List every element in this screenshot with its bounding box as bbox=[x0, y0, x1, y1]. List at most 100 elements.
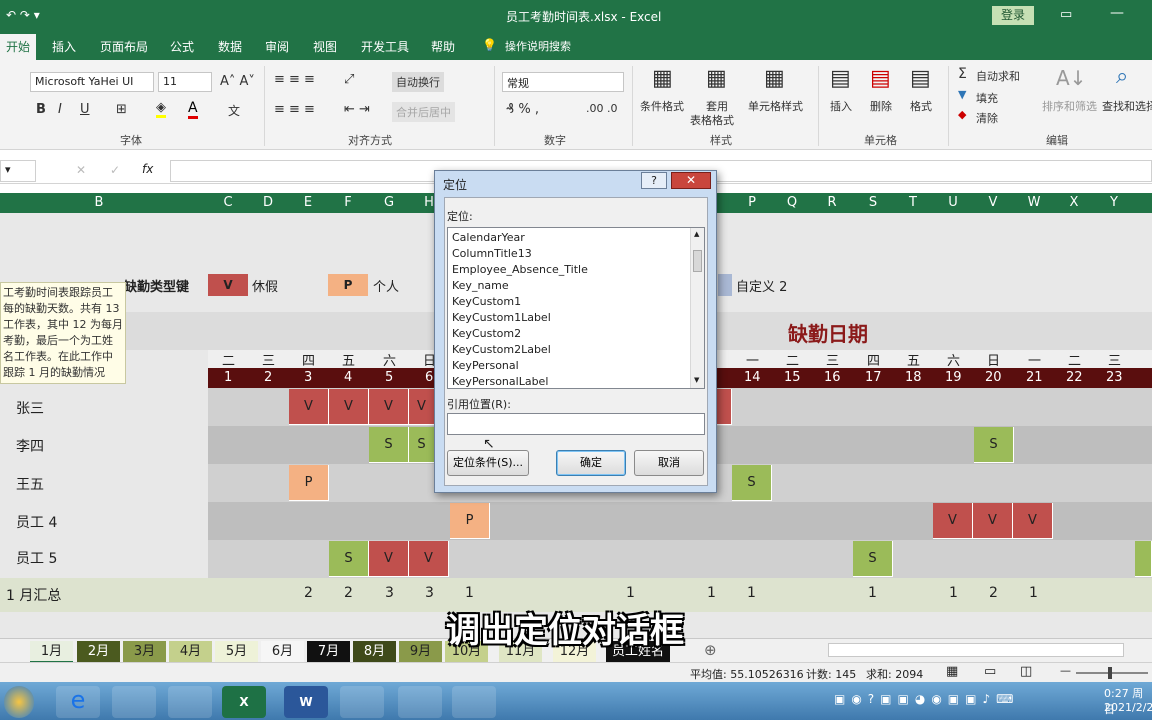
list-item[interactable]: KeyPersonal bbox=[452, 358, 700, 374]
format-cells-button[interactable]: 格式 bbox=[910, 98, 932, 114]
page-break-icon[interactable]: ◫ bbox=[1020, 664, 1032, 679]
find-select-button[interactable]: 查找和选择 bbox=[1102, 98, 1152, 114]
absence-cell[interactable]: S bbox=[732, 465, 772, 501]
insert-cells-button[interactable]: 插入 bbox=[830, 98, 852, 114]
phonetic-icon[interactable]: 文 bbox=[228, 102, 240, 119]
font-size-select[interactable]: 11 bbox=[158, 72, 212, 92]
list-item[interactable]: KeyCustom1Label bbox=[452, 310, 700, 326]
col-header-Q[interactable]: Q bbox=[772, 195, 812, 210]
list-scrollbar[interactable]: ▲ ▼ bbox=[690, 228, 704, 388]
autosum-button[interactable]: 自动求和 bbox=[976, 68, 1020, 84]
list-item[interactable]: KeyCustom1 bbox=[452, 294, 700, 310]
absence-cell[interactable]: S bbox=[329, 541, 369, 577]
decimal-icon[interactable]: .00 .0 bbox=[586, 102, 618, 115]
col-header-Y[interactable]: Y bbox=[1094, 195, 1134, 210]
number-format-select[interactable]: 常规 bbox=[502, 72, 624, 92]
employee-name[interactable]: 王五 bbox=[16, 474, 44, 494]
sheet-tab[interactable]: 5月 bbox=[215, 641, 258, 663]
absence-cell[interactable]: V bbox=[369, 389, 409, 425]
col-header-G[interactable]: G bbox=[369, 195, 409, 210]
ie-icon[interactable]: e bbox=[56, 686, 100, 718]
tab-help[interactable]: 帮助 bbox=[431, 38, 455, 55]
sheet-tab[interactable]: 1月 bbox=[30, 641, 73, 663]
tab-review[interactable]: 审阅 bbox=[265, 38, 289, 55]
italic-icon[interactable]: I bbox=[58, 102, 62, 117]
col-header-E[interactable]: E bbox=[288, 195, 328, 210]
fill-button[interactable]: 填充 bbox=[976, 90, 998, 106]
list-item[interactable]: KeyCustom2 bbox=[452, 326, 700, 342]
folder-icon[interactable] bbox=[398, 686, 442, 718]
absence-cell[interactable]: S bbox=[369, 427, 409, 463]
horizontal-scrollbar[interactable] bbox=[828, 643, 1124, 657]
align-left-icon[interactable]: ≡ ≡ ≡ bbox=[274, 102, 315, 117]
absence-cell[interactable]: S bbox=[409, 427, 435, 463]
list-item[interactable]: CalendarYear bbox=[452, 230, 700, 246]
clear-button[interactable]: 清除 bbox=[976, 110, 998, 126]
quick-access-toolbar[interactable]: ↶ ↷ ▾ bbox=[6, 8, 40, 22]
login-button[interactable]: 登录 bbox=[992, 6, 1034, 25]
list-item[interactable]: KeyCustom2Label bbox=[452, 342, 700, 358]
absence-cell[interactable]: V bbox=[289, 389, 329, 425]
wrap-text-button[interactable]: 自动换行 bbox=[392, 72, 444, 92]
col-header-T[interactable]: T bbox=[893, 195, 933, 210]
scroll-down-icon[interactable]: ▼ bbox=[694, 376, 699, 384]
zoom-slider[interactable] bbox=[1076, 672, 1148, 674]
zoom-thumb[interactable] bbox=[1108, 667, 1112, 679]
ok-button[interactable]: 确定 bbox=[556, 450, 626, 476]
cancel-button[interactable]: 取消 bbox=[634, 450, 704, 476]
col-header-U[interactable]: U bbox=[933, 195, 973, 210]
tab-home[interactable]: 开始 bbox=[0, 34, 37, 60]
app-icon[interactable] bbox=[452, 686, 496, 718]
col-header-C[interactable]: C bbox=[208, 195, 248, 210]
sheet-tab[interactable]: 3月 bbox=[123, 641, 166, 663]
scroll-up-icon[interactable]: ▲ bbox=[694, 230, 699, 238]
page-layout-icon[interactable]: ▭ bbox=[984, 664, 996, 679]
fill-color-icon[interactable]: ◈ bbox=[156, 100, 166, 118]
tab-insert[interactable]: 插入 bbox=[52, 38, 76, 55]
col-header-B[interactable]: B bbox=[79, 195, 119, 210]
chrome-icon[interactable] bbox=[168, 686, 212, 718]
app-icon[interactable] bbox=[340, 686, 384, 718]
absence-cell[interactable] bbox=[1135, 541, 1152, 577]
confirm-formula-icon[interactable]: ✓ bbox=[110, 163, 120, 177]
tab-view[interactable]: 视图 bbox=[313, 38, 337, 55]
list-item[interactable]: ColumnTitle13 bbox=[452, 246, 700, 262]
ribbon-display-icon[interactable]: ▭ bbox=[1060, 7, 1072, 22]
col-header-D[interactable]: D bbox=[248, 195, 288, 210]
sheet-tab[interactable]: 8月 bbox=[353, 641, 396, 663]
sort-filter-button[interactable]: 排序和筛选 bbox=[1042, 98, 1097, 114]
close-icon[interactable]: ✕ bbox=[671, 172, 711, 189]
col-header-R[interactable]: R bbox=[812, 195, 852, 210]
absence-cell[interactable]: P bbox=[450, 503, 490, 539]
absence-cell[interactable]: V bbox=[409, 541, 449, 577]
normal-view-icon[interactable]: ▦ bbox=[946, 664, 958, 679]
absence-cell[interactable]: V bbox=[933, 503, 973, 539]
col-header-V[interactable]: V bbox=[973, 195, 1013, 210]
help-button[interactable]: ? bbox=[641, 172, 667, 189]
grow-font-icon[interactable]: A˄ A˅ bbox=[220, 74, 255, 89]
cell-style-button[interactable]: 单元格样式 bbox=[748, 98, 803, 114]
border-icon[interactable]: ⊞ bbox=[116, 102, 127, 117]
col-header-W[interactable]: W bbox=[1014, 195, 1054, 210]
col-header-X[interactable]: X bbox=[1054, 195, 1094, 210]
sheet-tab[interactable]: 2月 bbox=[77, 641, 120, 663]
employee-name[interactable]: 李四 bbox=[16, 436, 44, 456]
list-item[interactable]: KeyPersonalLabel bbox=[452, 374, 700, 390]
font-name-select[interactable]: Microsoft YaHei UI bbox=[30, 72, 154, 92]
reference-input[interactable] bbox=[447, 413, 705, 435]
sheet-tab[interactable]: 4月 bbox=[169, 641, 212, 663]
absence-cell[interactable]: V bbox=[973, 503, 1013, 539]
orientation-icon[interactable]: ⤢ bbox=[344, 72, 354, 87]
indent-icon[interactable]: ⇤ ⇥ bbox=[344, 102, 370, 117]
merge-center-button[interactable]: 合并后居中 bbox=[392, 102, 455, 122]
tray-icons[interactable]: ▣◉?▣▣◕◉▣▣♪⌨ bbox=[834, 692, 1019, 706]
currency-icon[interactable]: ₰ % , bbox=[506, 102, 539, 117]
col-header-P[interactable]: P bbox=[732, 195, 772, 210]
align-top-icon[interactable]: ≡ ≡ ≡ bbox=[274, 72, 315, 87]
absence-cell[interactable]: V bbox=[409, 389, 435, 425]
absence-cell[interactable]: S bbox=[974, 427, 1014, 463]
tell-me-search[interactable]: 操作说明搜索 bbox=[505, 38, 571, 54]
minimize-icon[interactable]: — bbox=[1110, 5, 1124, 21]
absence-cell[interactable]: V bbox=[329, 389, 369, 425]
font-color-icon[interactable]: A bbox=[188, 100, 198, 119]
